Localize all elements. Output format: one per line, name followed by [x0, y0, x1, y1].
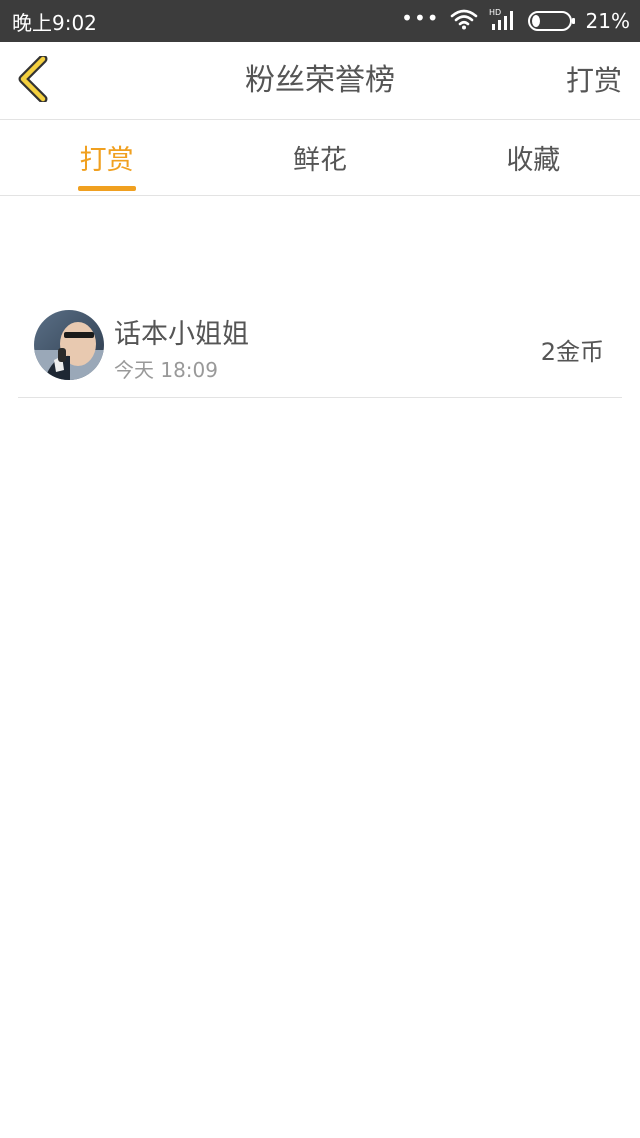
nav-bar: 粉丝荣誉榜 打赏 [0, 42, 640, 120]
page-title: 粉丝荣誉榜 [245, 63, 395, 98]
active-tab-indicator [77, 186, 136, 191]
tab-bar: 打赏 鲜花 收藏 [0, 120, 640, 196]
wifi-icon [450, 8, 478, 35]
tab-label: 鲜花 [292, 145, 347, 176]
user-name: 话本小姐姐 [114, 319, 249, 350]
back-button[interactable] [14, 54, 54, 106]
fan-list: 话本小姐姐 今天 18:09 2金币 [18, 296, 622, 398]
tab-label: 打赏 [79, 145, 134, 176]
battery-icon [527, 10, 576, 32]
reward-action-button[interactable]: 打赏 [566, 42, 622, 120]
status-icons: ••• HD 21% [401, 7, 630, 36]
tab-label: 收藏 [506, 145, 561, 176]
more-dots-icon: ••• [401, 6, 440, 30]
tab-reward[interactable]: 打赏 [0, 120, 213, 195]
reward-amount: 2金币 [540, 338, 604, 366]
status-bar: 晚上9:02 ••• HD 21% [0, 0, 640, 42]
reward-time: 今天 18:09 [114, 358, 218, 382]
status-time: 晚上9:02 [12, 10, 97, 35]
tab-favorites[interactable]: 收藏 [427, 120, 640, 195]
battery-percent: 21% [585, 9, 630, 33]
chevron-left-icon [17, 54, 51, 106]
list-item[interactable]: 话本小姐姐 今天 18:09 2金币 [18, 296, 622, 398]
signal-type-label: HD [489, 8, 501, 17]
avatar[interactable] [34, 310, 104, 380]
cellular-signal-icon: HD [488, 7, 518, 36]
tab-flowers[interactable]: 鲜花 [213, 120, 426, 195]
